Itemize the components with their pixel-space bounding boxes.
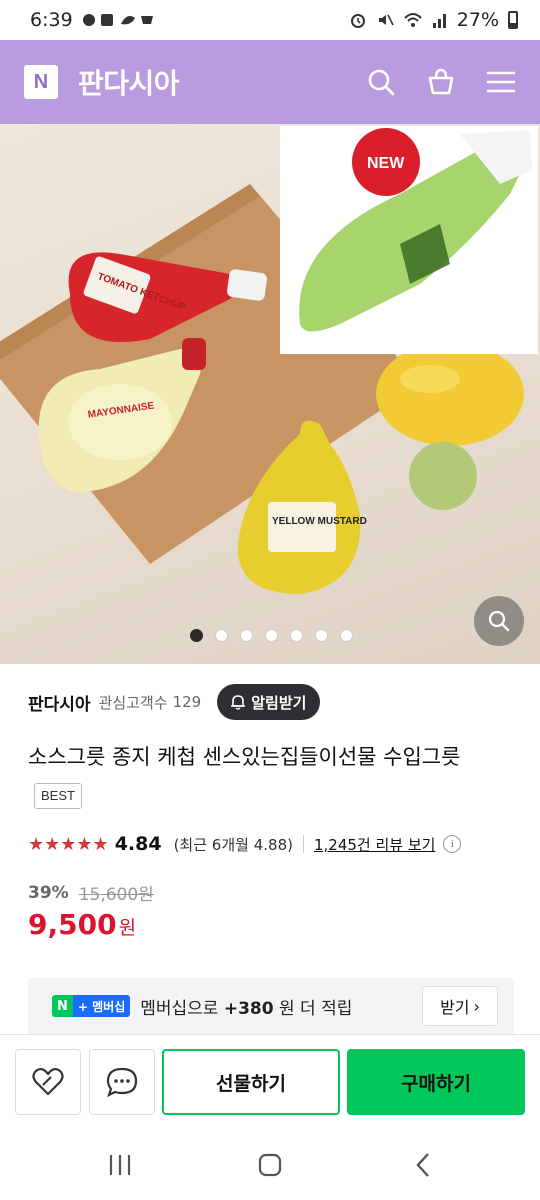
cart-icon[interactable] bbox=[426, 67, 456, 97]
divider bbox=[302, 835, 304, 853]
discount-rate: 39% bbox=[28, 882, 69, 903]
chat-icon bbox=[106, 1067, 138, 1098]
carousel-dot[interactable] bbox=[215, 629, 228, 642]
plus-membership-label: + 멤버십 bbox=[72, 995, 131, 1017]
logo-letter: N bbox=[33, 70, 49, 93]
carousel-dot[interactable] bbox=[265, 629, 278, 642]
product-image-carousel[interactable]: TOMATO KETCHUP MAYONNAISE YELLOW MUSTARD… bbox=[0, 124, 540, 664]
seller-name[interactable]: 판다시아 bbox=[28, 690, 91, 715]
best-badge: BEST bbox=[34, 783, 82, 809]
rating-value: 4.84 bbox=[114, 833, 162, 855]
wishlist-button[interactable] bbox=[15, 1049, 81, 1115]
search-icon[interactable] bbox=[366, 67, 396, 97]
sale-price: 9,500 bbox=[28, 908, 117, 941]
new-badge: NEW bbox=[367, 155, 405, 172]
inset-new-product-photo: NEW bbox=[280, 126, 538, 354]
product-photo: TOMATO KETCHUP MAYONNAISE YELLOW MUSTARD… bbox=[0, 126, 538, 594]
carousel-dot[interactable] bbox=[315, 629, 328, 642]
alert-label: 알림받기 bbox=[251, 693, 307, 712]
product-title-text: 소스그릇 종지 케첩 센스있는집들이선물 수입그릇 bbox=[28, 745, 461, 769]
membership-points: +380 bbox=[223, 998, 274, 1019]
sale-price-row: 9,500 원 bbox=[28, 908, 136, 941]
recent-apps-icon bbox=[109, 1155, 131, 1175]
system-nav-bar bbox=[0, 1130, 540, 1200]
membership-text: 멤버십으로 +380 원 더 적립 bbox=[140, 994, 352, 1019]
product-title: 소스그릇 종지 케첩 센스있는집들이선물 수입그릇 BEST bbox=[28, 738, 508, 814]
lemon bbox=[376, 342, 524, 446]
zoom-button[interactable] bbox=[474, 596, 524, 646]
membership-text-after: 원 더 적립 bbox=[279, 998, 353, 1019]
original-price: 15,600원 bbox=[78, 885, 154, 905]
purchase-action-bar: 선물하기 구매하기 bbox=[0, 1034, 540, 1130]
store-title[interactable]: 판다시아 bbox=[78, 62, 180, 102]
chevron-right-icon: › bbox=[473, 996, 480, 1016]
notification-subscribe-button[interactable]: 알림받기 bbox=[217, 684, 321, 720]
membership-banner: N + 멤버십 멤버십으로 +380 원 더 적립 받기 › bbox=[28, 978, 514, 1034]
alarm-icon bbox=[350, 14, 365, 28]
bell-plus-icon bbox=[231, 695, 246, 710]
status-bar: 6:39 27% bbox=[0, 0, 540, 40]
chat-button[interactable] bbox=[89, 1049, 155, 1115]
wifi-icon bbox=[404, 13, 422, 27]
seller-row: 판다시아 관심고객수 129 알림받기 bbox=[28, 682, 321, 722]
buy-button[interactable]: 구매하기 bbox=[347, 1049, 525, 1115]
follower-label: 관심고객수 bbox=[98, 693, 168, 712]
naver-plus-membership-icon: N + 멤버십 bbox=[52, 995, 131, 1017]
battery-percent: 27% bbox=[456, 9, 499, 31]
battery-icon bbox=[508, 11, 518, 29]
store-logo[interactable]: N bbox=[24, 65, 58, 99]
heart-icon bbox=[32, 1067, 64, 1096]
gift-button[interactable]: 선물하기 bbox=[162, 1049, 340, 1115]
recent-rating: (최근 6개월 4.88) bbox=[173, 835, 293, 854]
sale-price-unit: 원 bbox=[118, 917, 137, 939]
receive-points-button[interactable]: 받기 › bbox=[422, 986, 498, 1026]
home-icon bbox=[258, 1153, 282, 1177]
recent-apps-button[interactable] bbox=[100, 1150, 140, 1180]
status-time: 6:39 bbox=[30, 9, 73, 31]
home-button[interactable] bbox=[250, 1150, 290, 1180]
zoom-icon bbox=[488, 610, 510, 632]
menu-icon[interactable] bbox=[486, 67, 516, 97]
carousel-dot[interactable] bbox=[340, 629, 353, 642]
review-link[interactable]: 1,245건 리뷰 보기 bbox=[314, 834, 435, 855]
back-button[interactable] bbox=[403, 1150, 443, 1180]
receive-label: 받기 bbox=[440, 998, 470, 1017]
n-logo: N bbox=[52, 995, 73, 1017]
mustard-label: YELLOW MUSTARD bbox=[272, 516, 367, 527]
carousel-dot[interactable] bbox=[240, 629, 253, 642]
carousel-indicator bbox=[190, 629, 353, 642]
notification-icons bbox=[82, 14, 153, 26]
signal-icon bbox=[432, 14, 446, 28]
star-rating-icon: ★★★★★ bbox=[28, 833, 109, 855]
rating-row: ★★★★★ 4.84 (최근 6개월 4.88) 1,245건 리뷰 보기 i bbox=[28, 830, 462, 858]
mute-icon bbox=[378, 14, 394, 26]
info-icon[interactable]: i bbox=[443, 835, 462, 853]
carousel-dot[interactable] bbox=[290, 629, 303, 642]
follower-count: 129 bbox=[172, 693, 202, 711]
app-header: N 판다시아 bbox=[0, 40, 540, 124]
back-icon bbox=[416, 1153, 429, 1177]
discount-row: 39% 15,600원 bbox=[28, 880, 154, 906]
lime bbox=[409, 442, 477, 510]
carousel-dot[interactable] bbox=[190, 629, 203, 642]
membership-text-before: 멤버십으로 bbox=[140, 998, 219, 1019]
